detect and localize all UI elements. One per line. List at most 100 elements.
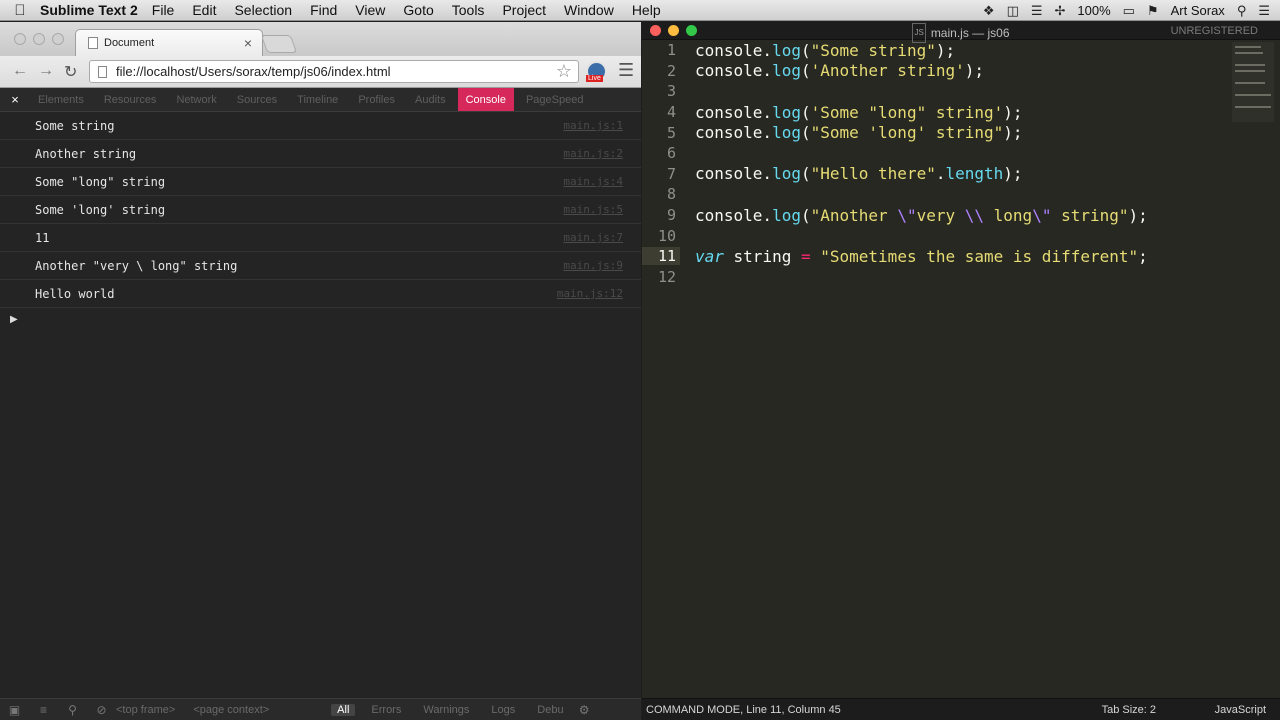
editor-minimize-button[interactable] (668, 25, 679, 36)
code-line[interactable]: 8 (642, 184, 1280, 205)
wifi-icon[interactable]: ☰ (1031, 3, 1043, 19)
console-log-row: Some string main.js:1 (0, 112, 641, 140)
devtools-tab[interactable]: Elements (30, 88, 92, 111)
devtools-tab[interactable]: Console (457, 88, 514, 111)
menu-item[interactable]: Window (564, 2, 614, 18)
bluetooth-icon[interactable]: ✢ (1055, 3, 1066, 19)
forward-arrow-icon[interactable]: → (38, 62, 54, 80)
tab-size-selector[interactable]: Tab Size: 2 (1102, 704, 1156, 716)
new-tab-button[interactable] (260, 35, 298, 53)
browser-tab[interactable]: Document × (75, 29, 263, 56)
devtools-tab[interactable]: PageSpeed (518, 88, 592, 111)
settings-gear-icon[interactable]: ⚙ (570, 703, 599, 717)
code-line[interactable]: 11 var string = "Sometimes the same is di… (642, 246, 1280, 267)
user-name[interactable]: Art Sorax (1171, 3, 1225, 18)
devtools-tab[interactable]: Audits (407, 88, 454, 111)
back-arrow-icon[interactable]: ← (12, 62, 28, 80)
show-drawer-icon[interactable]: ≡ (29, 703, 58, 717)
editor-zoom-button[interactable] (686, 25, 697, 36)
console-log-source-link[interactable]: main.js:5 (563, 203, 623, 216)
devtools-tab[interactable]: Timeline (289, 88, 346, 111)
console-panel: Some string main.js:1 Another string main.j… (0, 112, 641, 325)
menu-item[interactable]: File (152, 2, 175, 18)
livereload-icon[interactable]: Live (586, 61, 607, 82)
console-log-source-link[interactable]: main.js:1 (563, 119, 623, 132)
notification-center-icon[interactable]: ☰ (1258, 3, 1270, 19)
devtools-tab[interactable]: Resources (96, 88, 165, 111)
console-prompt-icon[interactable]: ▶ (10, 314, 18, 325)
code-token: console. (695, 61, 773, 81)
console-log-source-link[interactable]: main.js:4 (563, 175, 623, 188)
console-log-source-link[interactable]: main.js:9 (563, 259, 623, 272)
code-line[interactable]: 2 console.log('Another string'); (642, 61, 1280, 82)
console-filter[interactable]: Warnings (417, 704, 475, 716)
menu-item[interactable]: Help (632, 2, 661, 18)
console-log-source-link[interactable]: main.js:7 (563, 231, 623, 244)
code-editor[interactable]: 1 console.log("Some string"); 2 console.log… (642, 40, 1280, 287)
bookmark-star-icon[interactable]: ☆ (556, 61, 572, 82)
code-token: 'Some "long" string' (810, 102, 1004, 122)
code-line[interactable]: 12 (642, 267, 1280, 288)
devtools-tab[interactable]: Network (168, 88, 224, 111)
window-switcher-icon[interactable]: ◫ (1007, 3, 1019, 19)
menu-item[interactable]: Project (502, 2, 546, 18)
app-name-menu[interactable]: Sublime Text 2 (40, 2, 138, 18)
reload-icon[interactable]: ↻ (64, 62, 77, 82)
tab-close-icon[interactable]: × (244, 35, 252, 51)
devtools-close-icon[interactable]: × (0, 88, 30, 111)
editor-window: JS main.js — js06 UNREGISTERED 1 console.… (642, 22, 1280, 720)
code-token: log (772, 102, 801, 122)
battery-icon[interactable]: ▭ (1123, 3, 1135, 19)
line-number: 10 (657, 226, 676, 245)
search-icon[interactable]: ⚲ (58, 703, 87, 717)
console-filter[interactable]: Debu (531, 704, 569, 716)
console-log-row: 11 main.js:7 (0, 224, 641, 252)
browser-menu-icon[interactable]: ☰ (618, 60, 634, 81)
dropbox-icon[interactable]: ❖ (983, 3, 995, 19)
devtools-tab-bar: × Elements Resources Network Sources Timelin… (0, 88, 641, 112)
code-line[interactable]: 5 console.log("Some 'long' string"); (642, 122, 1280, 143)
flag-icon[interactable]: ⚑ (1147, 3, 1159, 19)
console-log-source-link[interactable]: main.js:12 (557, 287, 623, 300)
editor-close-button[interactable] (650, 25, 661, 36)
frame-selector[interactable]: <top frame> (116, 704, 175, 716)
devtools-tab[interactable]: Sources (229, 88, 285, 111)
window-zoom-button[interactable] (52, 33, 64, 45)
editor-title-bar: JS main.js — js06 UNREGISTERED (642, 22, 1280, 43)
code-line[interactable]: 1 console.log("Some string"); (642, 40, 1280, 61)
code-token: ( (800, 40, 811, 60)
console-log-source-link[interactable]: main.js:2 (563, 147, 623, 160)
clear-console-icon[interactable]: ⊘ (87, 703, 116, 717)
menu-item[interactable]: Goto (403, 2, 433, 18)
spotlight-search-icon[interactable]: ⚲ (1237, 3, 1247, 19)
code-line[interactable]: 10 (642, 225, 1280, 246)
minimap[interactable] (1232, 42, 1274, 122)
console-log-text: Some 'long' string (35, 202, 166, 217)
context-selector[interactable]: <page context> (193, 704, 269, 716)
menu-item[interactable]: View (355, 2, 385, 18)
devtools-tab[interactable]: Profiles (350, 88, 403, 111)
address-bar[interactable]: file://localhost/Users/sorax/temp/js06/i… (89, 60, 579, 83)
battery-percent[interactable]: 100% (1077, 3, 1110, 18)
dock-icon[interactable]: ▣ (0, 703, 29, 717)
code-line[interactable]: 4 console.log('Some "long" string'); (642, 102, 1280, 123)
menu-item[interactable]: Selection (234, 2, 292, 18)
window-close-button[interactable] (14, 33, 26, 45)
menu-item[interactable]: Edit (192, 2, 216, 18)
code-line[interactable]: 9 console.log("Another \"very \\ long\" s… (642, 205, 1280, 226)
window-minimize-button[interactable] (33, 33, 45, 45)
console-filter[interactable]: Errors (365, 704, 407, 716)
syntax-selector[interactable]: JavaScript (1215, 704, 1266, 716)
menu-item[interactable]: Tools (452, 2, 485, 18)
code-token: "Sometimes the same is different" (820, 246, 1139, 266)
code-line[interactable]: 3 (642, 81, 1280, 102)
console-log-text: 11 (35, 230, 50, 245)
apple-icon[interactable]:  (0, 2, 40, 19)
code-token: ); (1003, 164, 1023, 184)
code-line[interactable]: 6 (642, 143, 1280, 164)
console-filter[interactable]: All (331, 703, 356, 716)
console-filter[interactable]: Logs (485, 704, 521, 716)
code-line[interactable]: 7 console.log("Hello there".length); (642, 164, 1280, 185)
menu-item[interactable]: Find (310, 2, 337, 18)
